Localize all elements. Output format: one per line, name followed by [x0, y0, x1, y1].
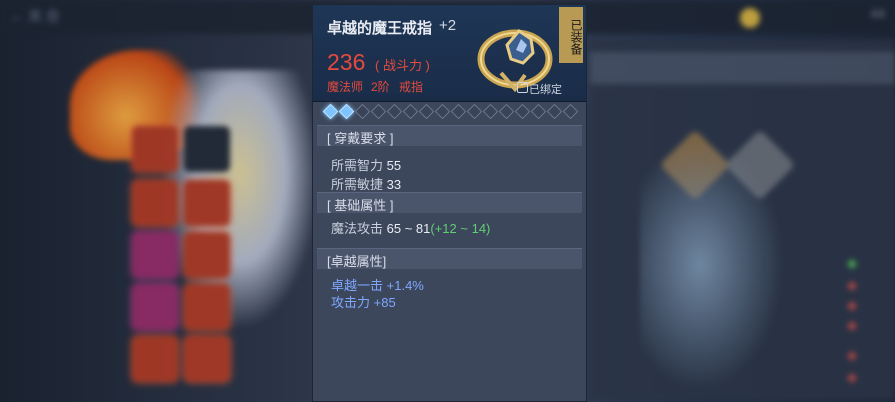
- gem-socket-icon: [514, 103, 531, 120]
- gem-socket-icon: [434, 103, 451, 120]
- status-dot: [848, 282, 856, 290]
- item-header: 卓越的魔王戒指 +2 236 ( 战斗力 ) 魔法师 2阶 戒指 已装备 已绑定: [313, 5, 586, 102]
- gem-socket-icon: [418, 103, 435, 120]
- equipped-tag: 已装备: [559, 7, 583, 63]
- stat-bonus: (+12 ~ 14): [430, 221, 491, 236]
- section-excellent-attributes: [卓越属性]: [317, 248, 582, 269]
- gem-socket-icon: [530, 103, 547, 120]
- top-bar-left: ← 关 合: [10, 8, 60, 24]
- stat-label: 攻击力: [331, 295, 371, 310]
- stat-line: 攻击力 +85: [331, 292, 396, 311]
- section-wear-requirements: [ 穿戴要求 ]: [317, 125, 582, 146]
- status-dot: [848, 260, 856, 268]
- stat-label: 魔法攻击: [331, 221, 384, 236]
- coin-icon: [740, 8, 760, 28]
- item-name: 卓越的魔王戒指: [327, 20, 433, 37]
- equipment-slot[interactable]: [184, 336, 230, 382]
- section-title: [ 基础属性 ]: [327, 198, 394, 213]
- stat-value: +1.4%: [386, 278, 424, 293]
- equipment-slot[interactable]: [132, 126, 178, 172]
- item-type: 戒指: [399, 80, 424, 94]
- section-base-attributes: [ 基础属性 ]: [317, 192, 582, 213]
- item-tier: 2阶: [371, 80, 390, 94]
- stat-value: 33: [386, 177, 402, 192]
- status-dot: [848, 374, 856, 382]
- stat-label: 所需智力: [331, 158, 384, 173]
- equipment-slot[interactable]: [132, 232, 178, 278]
- gem-socket-icon: [562, 103, 579, 120]
- gem-socket-row: [321, 103, 581, 120]
- item-power-label: ( 战斗力 ): [375, 58, 430, 73]
- equipment-slot[interactable]: [184, 180, 230, 226]
- equipment-slot[interactable]: [184, 232, 230, 278]
- gem-socket-icon: [338, 103, 355, 120]
- wing-decoration: [640, 130, 790, 400]
- lock-icon: [517, 82, 528, 93]
- stats-panel-header: [590, 52, 895, 84]
- gem-socket-icon: [322, 103, 339, 120]
- item-power-value: 236: [327, 49, 366, 75]
- section-title: [卓越属性]: [327, 254, 387, 269]
- item-tooltip: 卓越的魔王戒指 +2 236 ( 战斗力 ) 魔法师 2阶 戒指 已装备 已绑定…: [312, 4, 587, 402]
- gem-socket-icon: [546, 103, 563, 120]
- gem-socket-icon: [450, 103, 467, 120]
- gem-socket-icon: [402, 103, 419, 120]
- top-bar-right: 44: [870, 6, 885, 21]
- item-class-requirement: 魔法师: [327, 80, 364, 94]
- status-dot: [848, 322, 856, 330]
- stat-line: 魔法攻击 65 ~ 81(+12 ~ 14): [331, 218, 490, 237]
- stat-value: 55: [386, 158, 402, 173]
- equipment-slot[interactable]: [184, 284, 230, 330]
- equipment-slot[interactable]: [184, 126, 230, 172]
- item-enhance-level: +2: [439, 17, 457, 34]
- status-dot: [848, 302, 856, 310]
- gem-socket-icon: [498, 103, 515, 120]
- gem-socket-icon: [386, 103, 403, 120]
- stat-line: 所需敏捷 33: [331, 174, 401, 193]
- bound-status: 已绑定: [529, 84, 562, 96]
- stat-line: 所需智力 55: [331, 155, 401, 174]
- stat-label: 卓越一击: [331, 278, 384, 293]
- gem-socket-icon: [370, 103, 387, 120]
- equipment-slot[interactable]: [132, 284, 178, 330]
- status-dot: [848, 352, 856, 360]
- equipment-slot[interactable]: [132, 336, 178, 382]
- stat-value: 65 ~ 81: [386, 221, 431, 236]
- gem-socket-icon: [482, 103, 499, 120]
- gem-socket-icon: [466, 103, 483, 120]
- gem-socket-icon: [354, 103, 371, 120]
- equipment-slot[interactable]: [132, 180, 178, 226]
- stat-value: +85: [373, 295, 396, 310]
- stat-label: 所需敏捷: [331, 177, 384, 192]
- section-title: [ 穿戴要求 ]: [327, 131, 394, 146]
